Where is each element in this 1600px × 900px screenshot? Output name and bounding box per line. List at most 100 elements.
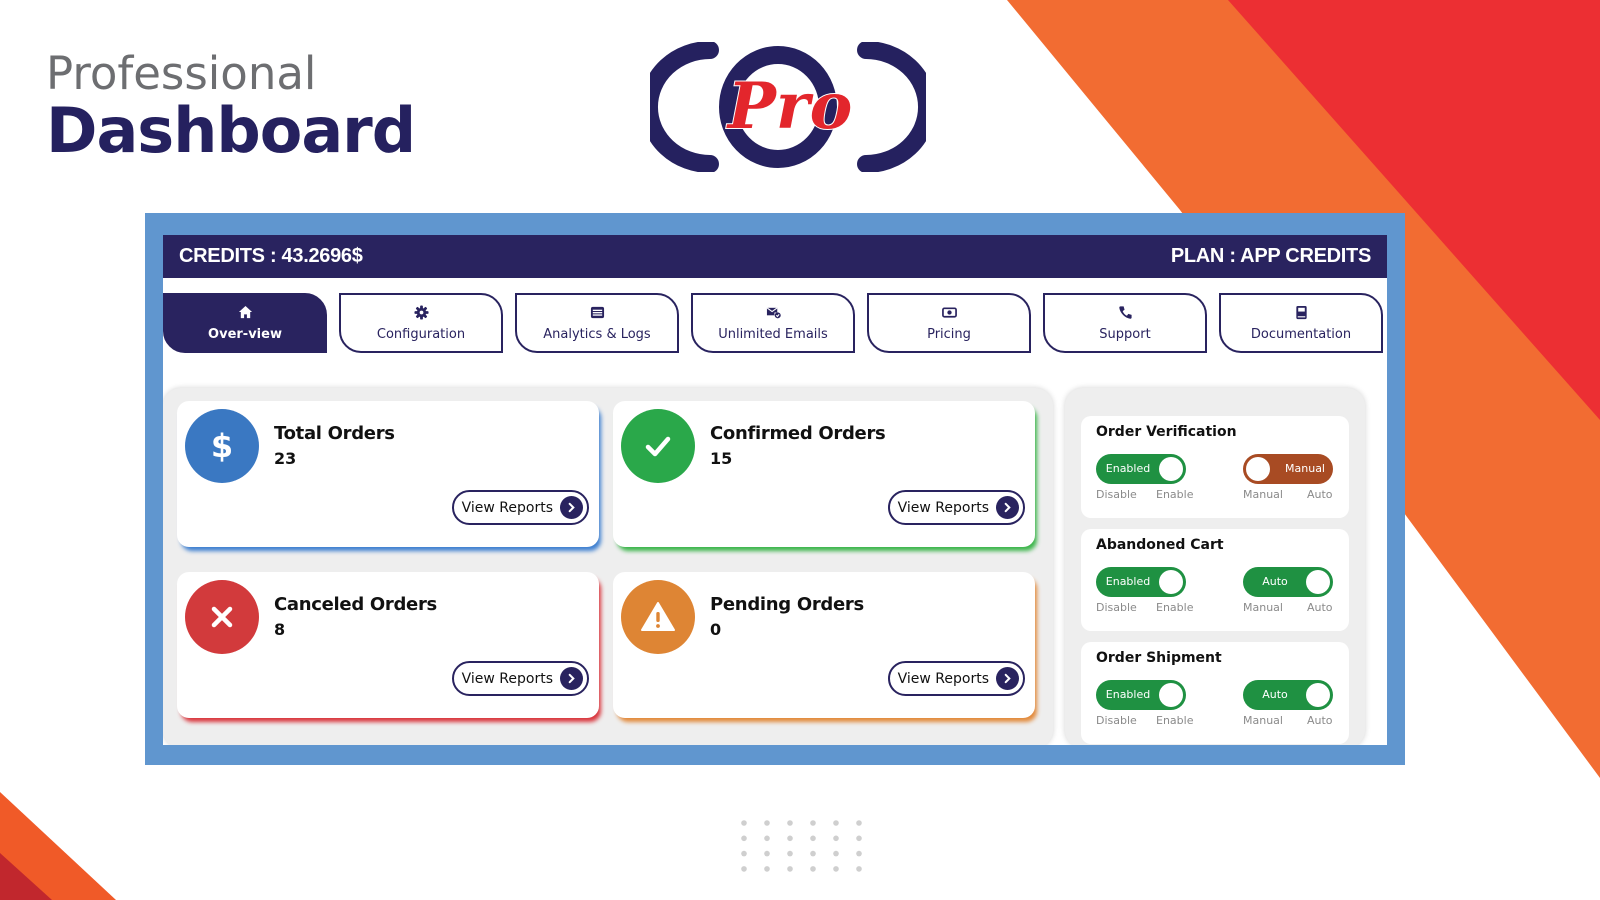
toggle-knob	[1159, 457, 1183, 481]
decorative-dot	[856, 850, 862, 857]
button-label: View Reports	[461, 670, 553, 687]
tab-configuration[interactable]: Configuration	[339, 293, 503, 353]
dollar-icon: $	[185, 409, 259, 483]
check-icon	[621, 409, 695, 483]
decorative-dot	[741, 835, 747, 842]
stat-title: Confirmed Orders	[710, 423, 886, 444]
book-icon	[1293, 304, 1309, 320]
setting-title: Abandoned Cart	[1096, 537, 1224, 553]
tab-label: Analytics & Logs	[543, 327, 651, 342]
view-reports-button[interactable]: View Reports	[887, 490, 1025, 525]
dashboard-frame: CREDITS : 43.2696$ PLAN : APP CREDITS Ov…	[145, 213, 1405, 765]
caption-enable: Enable	[1156, 488, 1194, 501]
setting-title: Order Shipment	[1096, 650, 1222, 666]
stat-card-total-orders: $ Total Orders 23 View Reports	[177, 401, 599, 547]
overview-content: $ Total Orders 23 View Reports Confirmed…	[163, 388, 1387, 745]
tab-analytics-logs[interactable]: Analytics & Logs	[515, 293, 679, 353]
decorative-dot	[741, 820, 747, 826]
tab-support[interactable]: Support	[1043, 293, 1207, 353]
x-icon	[185, 580, 259, 654]
caption-enable: Enable	[1156, 714, 1194, 727]
brand-title: Dashboard	[46, 94, 416, 167]
toggle-label: Enabled	[1105, 575, 1151, 588]
tab-label: Pricing	[927, 327, 971, 342]
pro-logo: Pro	[639, 41, 937, 173]
chevron-right-icon	[560, 496, 583, 519]
caption-manual: Manual	[1243, 488, 1283, 501]
svg-text:$: $	[211, 427, 233, 465]
decorative-dot	[833, 835, 839, 842]
toggle-label: Auto	[1262, 575, 1288, 588]
decorative-dot-grid	[741, 820, 867, 876]
decorative-dot	[833, 820, 839, 826]
stat-title: Total Orders	[274, 423, 395, 444]
caption-auto: Auto	[1307, 714, 1333, 727]
decorative-dot	[810, 835, 816, 842]
status-toggle[interactable]: Enabled	[1096, 567, 1186, 597]
chevron-right-icon	[996, 496, 1019, 519]
decorative-dot	[833, 866, 839, 872]
button-label: View Reports	[897, 670, 989, 687]
home-icon	[237, 304, 253, 320]
money-icon	[941, 304, 957, 320]
decorative-dot	[764, 835, 770, 842]
stat-title: Canceled Orders	[274, 594, 437, 615]
decorative-dot	[787, 866, 793, 872]
button-label: View Reports	[897, 499, 989, 516]
decorative-dot	[764, 820, 770, 826]
setting-order-verification: Order Verification Enabled Disable Enabl…	[1081, 416, 1349, 518]
stat-card-confirmed-orders: Confirmed Orders 15 View Reports	[613, 401, 1035, 547]
caption-disable: Disable	[1096, 714, 1137, 727]
button-label: View Reports	[461, 499, 553, 516]
view-reports-button[interactable]: View Reports	[887, 661, 1025, 696]
caption-auto: Auto	[1307, 488, 1333, 501]
decorative-dot	[833, 850, 839, 857]
stat-value: 0	[710, 620, 722, 639]
tab-unlimited-emails[interactable]: Unlimited Emails	[691, 293, 855, 353]
tab-documentation[interactable]: Documentation	[1219, 293, 1383, 353]
chevron-right-icon	[560, 667, 583, 690]
toggle-knob	[1246, 457, 1270, 481]
caption-disable: Disable	[1096, 601, 1137, 614]
decorative-dot	[787, 820, 793, 826]
toggle-knob	[1159, 683, 1183, 707]
top-bar: CREDITS : 43.2696$ PLAN : APP CREDITS	[163, 235, 1387, 278]
stat-value: 8	[274, 620, 286, 639]
stats-panel: $ Total Orders 23 View Reports Confirmed…	[163, 388, 1053, 745]
setting-title: Order Verification	[1096, 424, 1237, 440]
stat-card-canceled-orders: Canceled Orders 8 View Reports	[177, 572, 599, 718]
decorative-dot	[856, 866, 862, 872]
tab-label: Over-view	[208, 327, 282, 342]
plan-label: PLAN : APP CREDITS	[1170, 245, 1371, 267]
mode-toggle[interactable]: Manual	[1243, 454, 1333, 484]
logo-right-bracket	[857, 41, 937, 173]
caption-auto: Auto	[1307, 601, 1333, 614]
email-check-icon	[765, 304, 781, 320]
tab-label: Unlimited Emails	[718, 327, 828, 342]
decorative-dot	[741, 850, 747, 857]
tab-overview[interactable]: Over-view	[163, 293, 327, 353]
stat-value: 15	[710, 449, 733, 468]
tab-label: Support	[1099, 327, 1151, 342]
toggle-knob	[1306, 570, 1330, 594]
toggle-knob	[1306, 683, 1330, 707]
mode-toggle[interactable]: Auto	[1243, 567, 1333, 597]
decorative-dot	[787, 835, 793, 842]
status-toggle[interactable]: Enabled	[1096, 454, 1186, 484]
toggle-label: Enabled	[1105, 688, 1151, 701]
decorative-dot	[810, 850, 816, 857]
decorative-dot	[810, 820, 816, 826]
view-reports-button[interactable]: View Reports	[451, 661, 589, 696]
tab-pricing[interactable]: Pricing	[867, 293, 1031, 353]
dashboard-app: CREDITS : 43.2696$ PLAN : APP CREDITS Ov…	[163, 235, 1387, 745]
chevron-right-icon	[996, 667, 1019, 690]
caption-manual: Manual	[1243, 714, 1283, 727]
caption-disable: Disable	[1096, 488, 1137, 501]
tab-label: Documentation	[1250, 327, 1352, 342]
settings-panel: Order Verification Enabled Disable Enabl…	[1065, 388, 1365, 745]
caption-enable: Enable	[1156, 601, 1194, 614]
mode-toggle[interactable]: Auto	[1243, 680, 1333, 710]
status-toggle[interactable]: Enabled	[1096, 680, 1186, 710]
toggle-label: Auto	[1262, 688, 1288, 701]
view-reports-button[interactable]: View Reports	[451, 490, 589, 525]
